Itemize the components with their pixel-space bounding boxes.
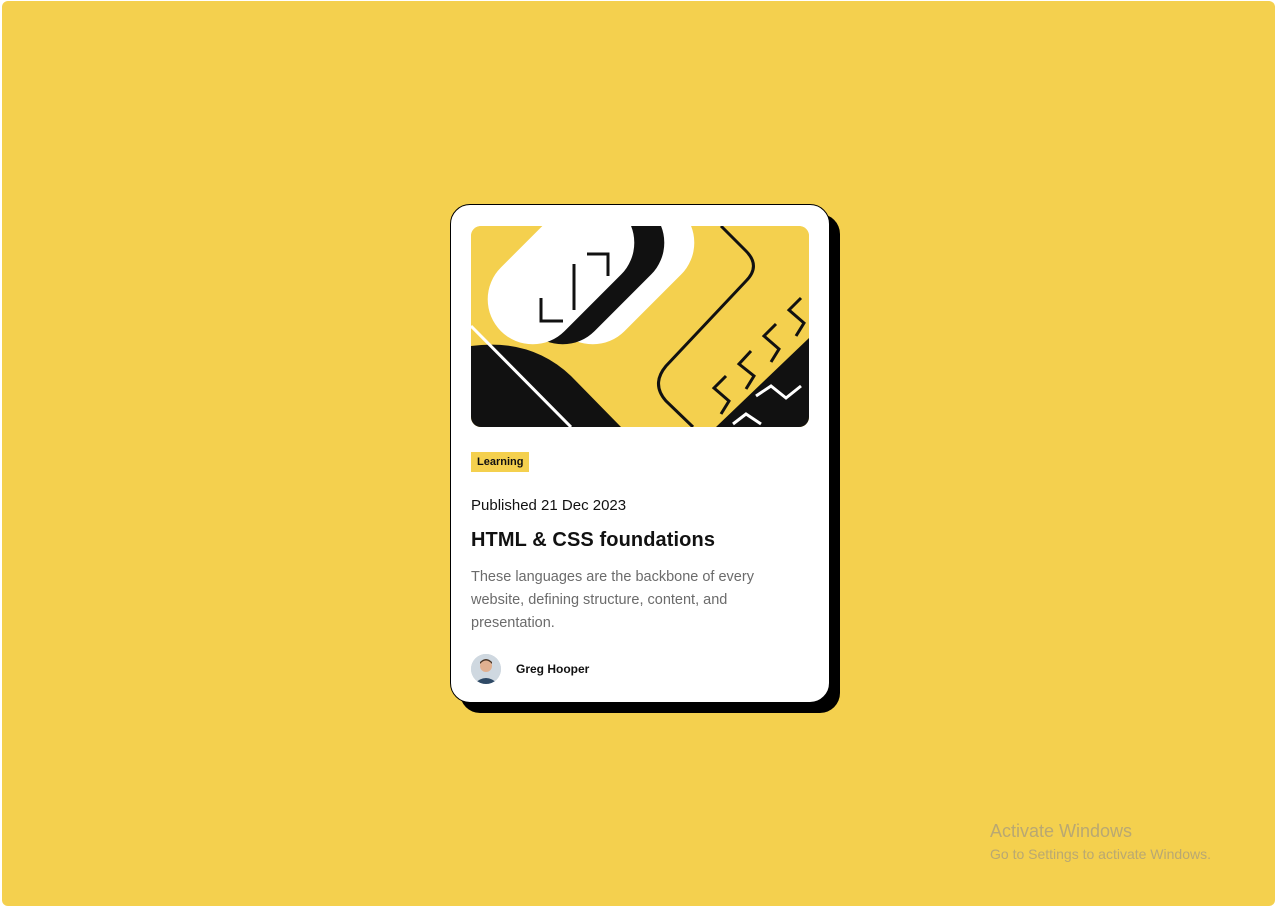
watermark-title: Activate Windows <box>990 821 1133 841</box>
card-title[interactable]: HTML & CSS foundations <box>471 529 715 552</box>
card-description: These languages are the backbone of ever… <box>471 569 754 631</box>
category-tag: Learning <box>471 452 530 472</box>
watermark-subtitle: Go to Settings to activate Windows. <box>990 846 1211 862</box>
blog-preview-card[interactable]: Learning Published 21 Dec 2023 HTML & CS… <box>450 204 830 703</box>
author-block: Greg Hooper <box>471 653 589 685</box>
avatar <box>471 654 501 684</box>
windows-activation-watermark: Activate Windows Go to Settings to activ… <box>990 821 1211 862</box>
card-illustration <box>471 226 809 427</box>
published-date: Published 21 Dec 2023 <box>471 497 627 514</box>
author-name: Greg Hooper <box>516 662 590 676</box>
page-background: Learning Published 21 Dec 2023 HTML & CS… <box>2 1 1275 906</box>
